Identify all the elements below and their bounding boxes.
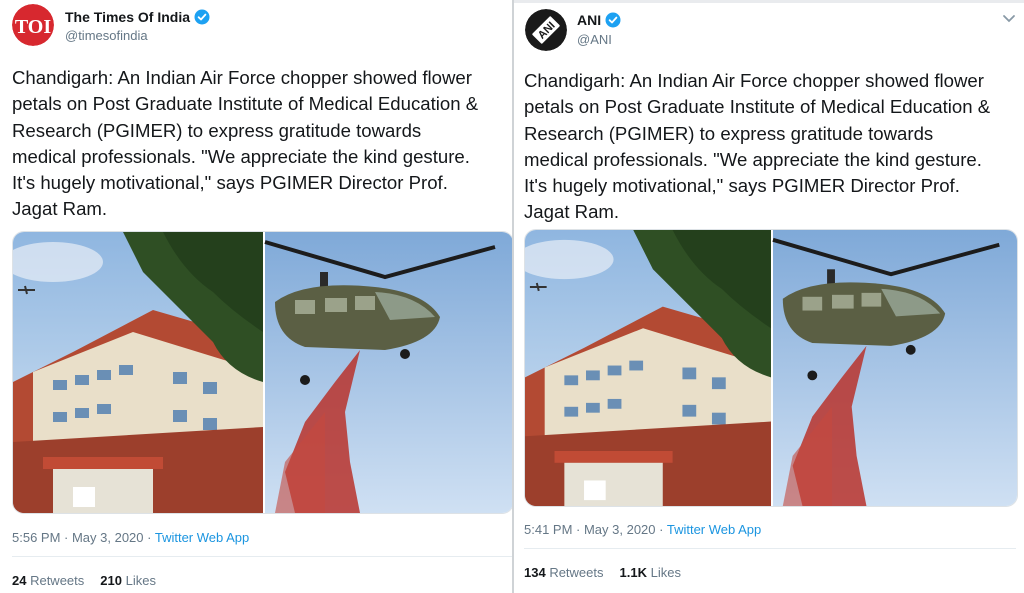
likes-count[interactable]: 1.1K — [620, 565, 647, 580]
account-name-label[interactable]: The Times Of India — [65, 9, 190, 25]
retweets-count[interactable]: 24 — [12, 573, 26, 588]
account-name[interactable]: ANI — [577, 12, 621, 28]
tweet-media[interactable] — [524, 229, 1018, 507]
tweet-time[interactable]: 5:56 PM · May 3, 2020 · — [12, 530, 155, 545]
likes-label[interactable]: Likes — [122, 573, 156, 588]
account-name[interactable]: The Times Of India — [65, 9, 210, 25]
tweet-text: Chandigarh: An Indian Air Force chopper … — [12, 67, 479, 220]
divider — [12, 556, 512, 557]
likes-stat[interactable]: 210 Likes — [100, 573, 156, 588]
hospital-photo — [13, 232, 263, 513]
divider — [524, 548, 1016, 549]
verified-badge-icon — [605, 12, 621, 28]
avatar-toi-lettering: TOI — [15, 16, 52, 38]
likes-stat[interactable]: 1.1K Likes — [620, 565, 681, 580]
tweet-stats: 24 Retweets 210 Likes — [12, 573, 172, 588]
helicopter-photo — [772, 230, 1017, 506]
tweet-text: Chandigarh: An Indian Air Force chopper … — [524, 70, 991, 223]
tweet-card-ani: ANI ANI @ANI Chandigarh: An Indian Air F… — [514, 3, 1024, 593]
likes-label[interactable]: Likes — [647, 565, 681, 580]
tweet-source-link[interactable]: Twitter Web App — [155, 530, 249, 545]
retweets-label[interactable]: Retweets — [546, 565, 603, 580]
account-name-label[interactable]: ANI — [577, 12, 601, 28]
helicopter-photo — [264, 232, 512, 513]
tweet-card-toi: TOI The Times Of India @timesofindia Cha… — [0, 0, 512, 593]
account-handle[interactable]: @ANI — [577, 32, 612, 47]
tweet-time[interactable]: 5:41 PM · May 3, 2020 · — [524, 522, 667, 537]
avatar-toi[interactable]: TOI — [12, 4, 54, 46]
retweets-count[interactable]: 134 — [524, 565, 546, 580]
retweets-label[interactable]: Retweets — [26, 573, 84, 588]
verified-badge-icon — [194, 9, 210, 25]
avatar-ani[interactable]: ANI — [525, 9, 567, 51]
tweet-stats: 134 Retweets 1.1K Likes — [524, 565, 697, 580]
retweets-stat[interactable]: 24 Retweets — [12, 573, 84, 588]
retweets-stat[interactable]: 134 Retweets — [524, 565, 604, 580]
tweet-timestamp[interactable]: 5:56 PM · May 3, 2020 · Twitter Web App — [12, 530, 249, 545]
tweet-media[interactable] — [12, 231, 512, 514]
hospital-photo — [525, 230, 771, 506]
chevron-down-icon[interactable] — [1002, 13, 1016, 27]
likes-count[interactable]: 210 — [100, 573, 122, 588]
tweet-source-link[interactable]: Twitter Web App — [667, 522, 761, 537]
tweet-timestamp[interactable]: 5:41 PM · May 3, 2020 · Twitter Web App — [524, 522, 761, 537]
account-handle[interactable]: @timesofindia — [65, 28, 148, 43]
